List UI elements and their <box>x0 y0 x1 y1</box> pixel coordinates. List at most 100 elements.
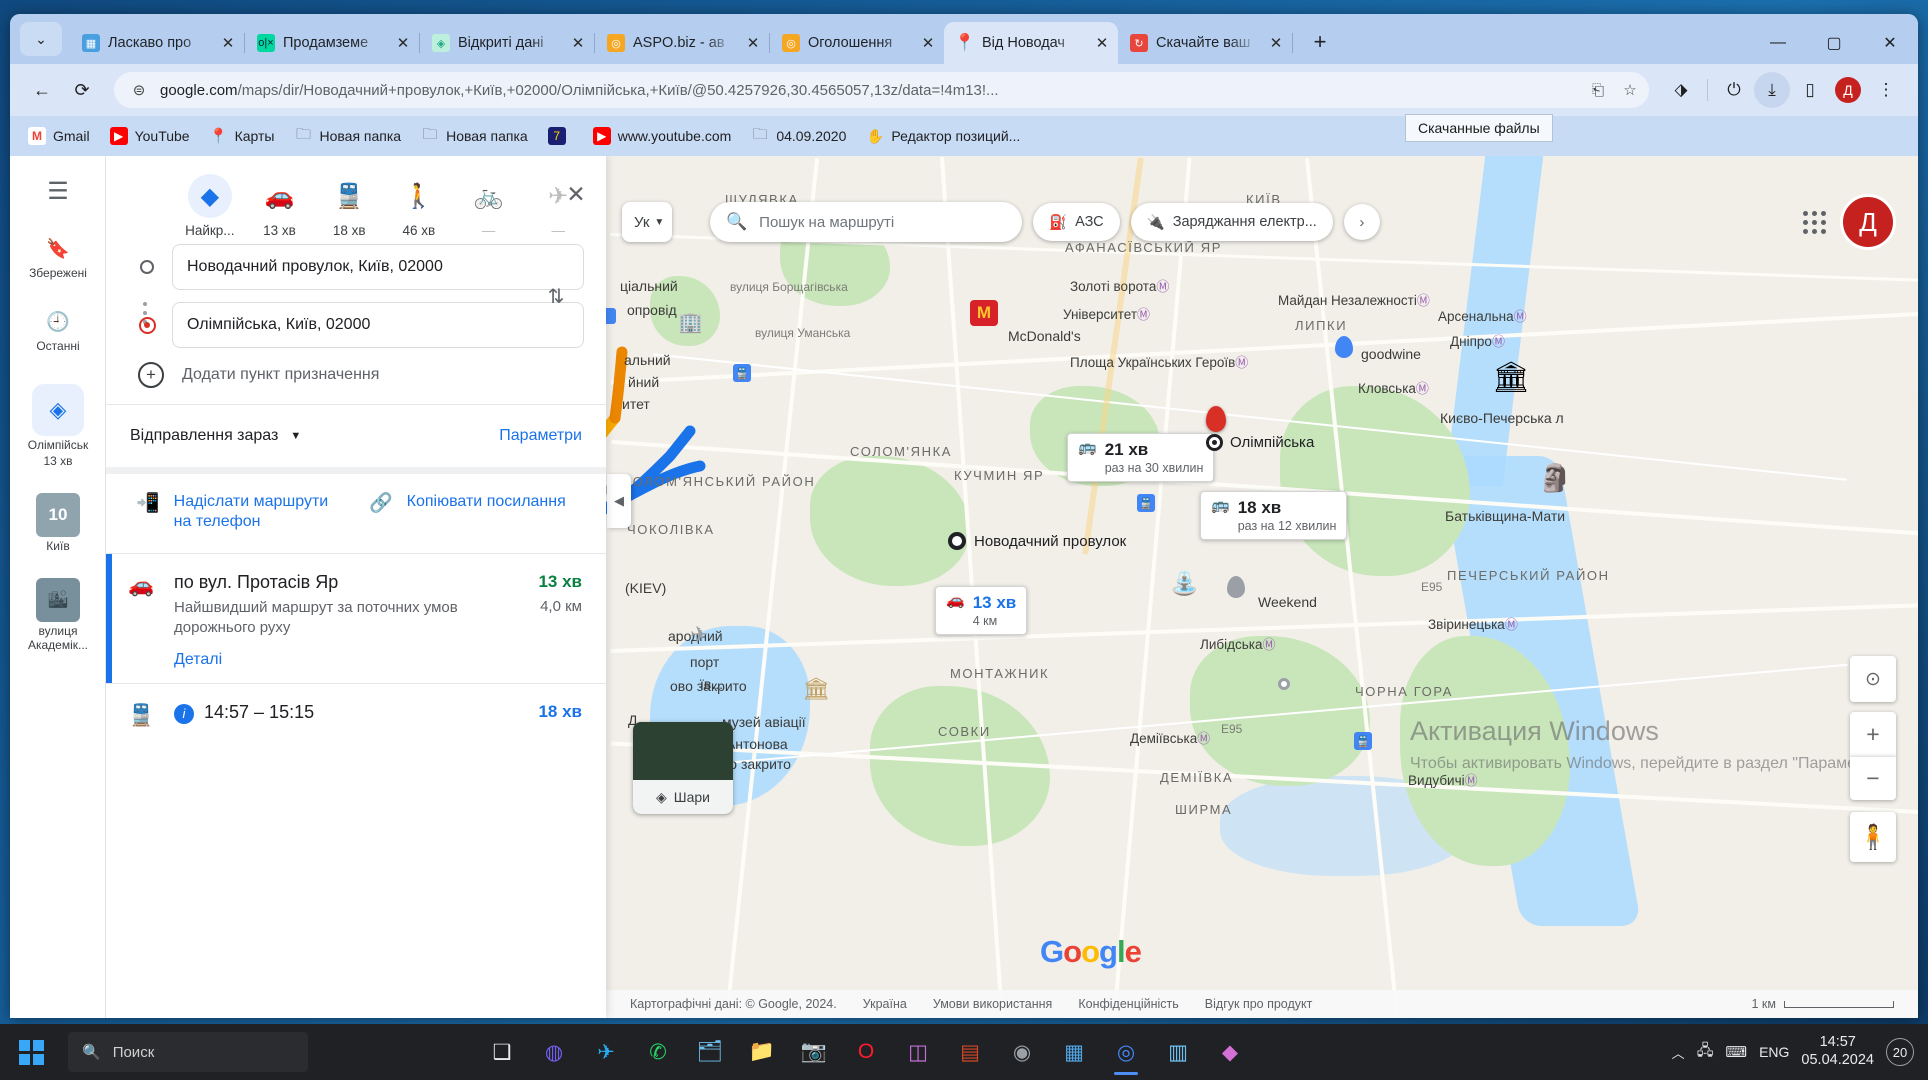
browser-tab[interactable]: ◈ Відкриті дані ✕ <box>420 22 594 64</box>
map-label[interactable]: Либідська Ⓜ <box>1200 634 1276 653</box>
map-label[interactable]: опровід <box>627 302 677 318</box>
telegram-icon[interactable]: ✈ <box>582 1028 630 1076</box>
close-window-button[interactable]: ✕ <box>1862 22 1918 64</box>
profile-avatar[interactable]: Д <box>1830 72 1866 108</box>
mode-walking[interactable]: 🚶 46 хв <box>389 174 449 239</box>
mode-best-route[interactable]: ◆ Найкр... <box>180 174 240 238</box>
museum-marker[interactable]: 🏛 <box>802 676 830 702</box>
collapse-panel-button[interactable]: ◀ <box>607 474 631 528</box>
copy-link-button[interactable]: 🔗 Копіювати посилання <box>369 492 574 533</box>
feedback-link[interactable]: Відгук про продукт <box>1205 997 1313 1011</box>
origin-marker[interactable]: Новодачний провулок <box>948 532 1126 550</box>
photoshop-icon[interactable]: ◫ <box>894 1028 942 1076</box>
sidebar-item-akademik[interactable]: 🏙 вулиця Академік... <box>10 560 106 659</box>
origin-input[interactable]: Новодачний провулок, Київ, 02000 <box>172 244 584 290</box>
chrome-icon[interactable]: ◎ <box>1102 1028 1150 1076</box>
side-panel-icon[interactable]: ▯ <box>1792 72 1828 108</box>
map-label[interactable]: Дніпро Ⓜ <box>1450 331 1505 350</box>
route-badge-transit-18[interactable]: 🚌 18 хв раз на 12 хвилин <box>1200 491 1348 540</box>
extensions-icon[interactable]: ⬗ <box>1663 72 1699 108</box>
tab-close-icon[interactable]: ✕ <box>393 33 413 53</box>
destination-pin[interactable] <box>1206 406 1226 432</box>
layers-button[interactable]: ◈ Шари <box>633 780 733 814</box>
tab-close-icon[interactable]: ✕ <box>743 33 763 53</box>
monument-marker[interactable]: ⛲ <box>1170 570 1199 597</box>
address-bar[interactable]: ⊜ google.com/maps/dir/Новодачний+провуло… <box>114 72 1649 108</box>
bookmark-star-icon[interactable]: ☆ <box>1619 79 1641 101</box>
map-label[interactable]: McDonald's <box>1008 328 1081 344</box>
map-label[interactable]: итет <box>622 396 650 412</box>
transit-stop-icon[interactable]: 🚆 <box>733 364 751 382</box>
route-options-button[interactable]: Параметри <box>499 427 582 445</box>
map-layers-widget[interactable]: ◈ Шари <box>633 722 733 814</box>
map-label[interactable]: музей авіації <box>722 714 806 730</box>
interchange-icon[interactable] <box>1278 678 1290 690</box>
map-label[interactable]: Деміївська Ⓜ <box>1130 728 1210 747</box>
word-icon[interactable]: ▤ <box>946 1028 994 1076</box>
privacy-link[interactable]: Конфіденційність <box>1078 997 1178 1011</box>
zoom-in-button[interactable]: + <box>1850 712 1896 756</box>
whatsapp-icon[interactable]: ✆ <box>634 1028 682 1076</box>
search-on-route-input[interactable]: 🔍 Пошук на маршруті <box>710 202 1022 242</box>
map-label[interactable]: goodwine <box>1361 346 1421 362</box>
new-tab-button[interactable]: + <box>1303 25 1337 59</box>
google-apps-icon[interactable] <box>1794 202 1834 242</box>
route-badge-transit-21[interactable]: 🚌 21 хв раз на 30 хвилин <box>1067 433 1215 482</box>
tab-close-icon[interactable]: ✕ <box>568 33 588 53</box>
send-to-phone-button[interactable]: 📲 Надіслати маршрути на телефон <box>136 492 341 533</box>
minimize-button[interactable]: — <box>1750 22 1806 64</box>
route-result-transit[interactable]: 🚆 i 14:57 – 15:15 18 хв <box>106 683 606 742</box>
route-result-driving[interactable]: 🚗 по вул. Протасів Яр Найшвидший маршрут… <box>106 553 606 684</box>
browser-tab[interactable]: ◎ ASPO.biz - ав ✕ <box>595 22 769 64</box>
motherland-marker[interactable]: 🗿 <box>1538 462 1572 494</box>
tab-close-icon[interactable]: ✕ <box>218 33 238 53</box>
start-button[interactable] <box>0 1024 62 1080</box>
keyboard-icon[interactable]: ⌨ <box>1725 1043 1747 1061</box>
language-indicator[interactable]: ENG <box>1759 1044 1789 1060</box>
bookmark-item[interactable]: 📍 Карты <box>202 123 283 149</box>
route-details-link[interactable]: Деталі <box>174 651 522 669</box>
chevron-down-icon[interactable]: ▼ <box>654 217 664 228</box>
explorer-icon[interactable]: 🗂 <box>686 1028 734 1076</box>
sidebar-item-recent[interactable]: 🕘 Останні <box>10 287 106 360</box>
map-label[interactable]: ово закрито <box>670 678 747 694</box>
bookmark-item[interactable]: ▶ YouTube <box>102 123 198 149</box>
transit-stop-icon[interactable]: 🚆 <box>1137 494 1155 512</box>
map-label[interactable]: Золоті ворота Ⓜ <box>1070 276 1169 295</box>
mcdonalds-marker[interactable]: M <box>970 300 998 326</box>
camera-icon[interactable]: 📷 <box>790 1028 838 1076</box>
network-icon[interactable]: 🖧 <box>1697 1040 1714 1065</box>
lavra-marker[interactable]: 🏛 <box>1492 360 1530 395</box>
performance-icon[interactable]: ⏻ <box>1716 72 1752 108</box>
browser-tab[interactable]: ▦ Ласкаво про ✕ <box>70 22 244 64</box>
add-destination-row[interactable]: + Додати пункт призначення <box>106 354 606 390</box>
bookmark-item[interactable]: ▶ www.youtube.com <box>585 123 740 149</box>
swap-endpoints-button[interactable]: ⇅ <box>536 276 576 316</box>
chips-next-button[interactable]: › <box>1343 204 1380 240</box>
opera-icon[interactable]: O <box>842 1028 890 1076</box>
downloads-icon[interactable]: ⤓ <box>1754 72 1790 108</box>
maximize-button[interactable]: ▢ <box>1806 22 1862 64</box>
sidebar-item-current-route[interactable]: ◈ Олімпійськ 13 хв <box>10 360 106 476</box>
browser-tab-active[interactable]: 📍 Від Новодач ✕ <box>944 22 1118 64</box>
gem-icon[interactable]: ◆ <box>1206 1028 1254 1076</box>
weekend-marker[interactable] <box>1227 576 1245 598</box>
goodwine-marker[interactable] <box>1335 336 1353 358</box>
airport-marker[interactable]: ✈ <box>690 622 708 648</box>
destination-input[interactable]: Олімпійська, Київ, 02000 <box>172 302 584 348</box>
site-info-icon[interactable]: ⊜ <box>128 79 150 101</box>
close-directions-button[interactable]: ✕ <box>556 174 596 214</box>
map-label[interactable]: альний <box>624 352 671 368</box>
tab-close-icon[interactable]: ✕ <box>918 33 938 53</box>
map-label[interactable]: Арсенальна Ⓜ <box>1438 306 1527 325</box>
google-maps-viewport[interactable]: ШУЛЯВКА АФАНАСЇВСЬКИЙ ЯР Майдан Незалежнос… <box>10 156 1918 1018</box>
install-app-icon[interactable]: ⎗ <box>1587 79 1609 101</box>
chrome-menu-icon[interactable]: ⋮ <box>1868 72 1904 108</box>
leave-now-dropdown[interactable]: Відправлення зараз ▼ <box>130 427 301 445</box>
zoom-out-button[interactable]: − <box>1850 756 1896 800</box>
bookmark-folder[interactable]: 🗀 04.09.2020 <box>743 123 854 149</box>
map-label[interactable]: ціальний <box>620 278 678 294</box>
calendar-icon[interactable]: ▦ <box>1050 1028 1098 1076</box>
destination-marker[interactable]: Олімпійська <box>1206 434 1314 451</box>
record-icon[interactable]: ◉ <box>998 1028 1046 1076</box>
